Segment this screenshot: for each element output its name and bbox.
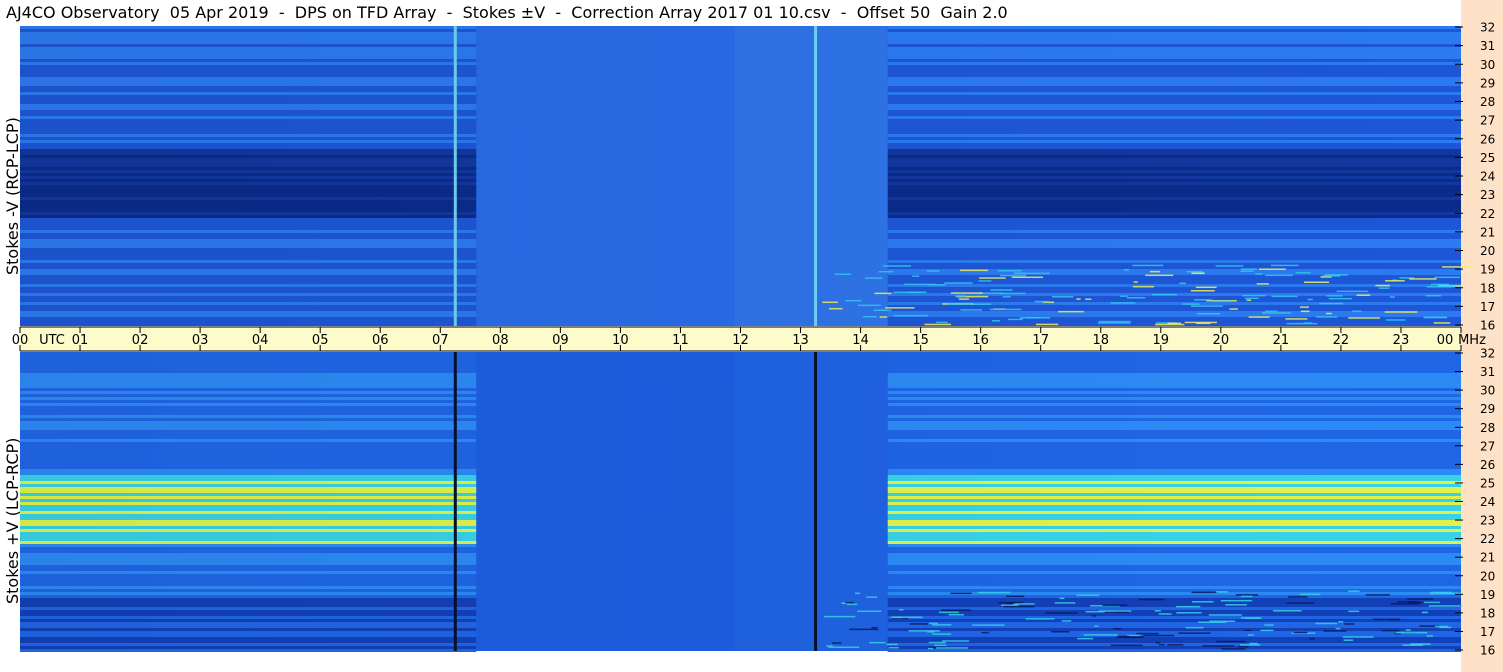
y-tick-label: 17 — [1480, 625, 1495, 639]
y-tick-label: 19 — [1480, 263, 1495, 277]
y-tick-label: 16 — [1480, 319, 1495, 333]
x-tick-label: 08 — [492, 333, 509, 348]
x-tick-label: 07 — [432, 333, 449, 348]
y-tick-label: 27 — [1480, 439, 1495, 453]
y-tick-label: 27 — [1480, 114, 1495, 128]
x-tick-label: 02 — [132, 333, 149, 348]
utc-label: UTC — [39, 333, 65, 348]
y-tick-label: 32 — [1480, 21, 1495, 35]
y-tick-label: 28 — [1480, 95, 1495, 109]
y-tick-label: 21 — [1480, 551, 1495, 565]
y-tick-label: 31 — [1480, 365, 1495, 379]
y-tick-label: 31 — [1480, 39, 1495, 53]
x-tick-label: 00 — [1437, 333, 1454, 348]
x-tick-label: 18 — [1092, 333, 1109, 348]
y-tick-label: 20 — [1480, 244, 1495, 258]
x-tick-label: 12 — [732, 333, 749, 348]
y-tick-label: 25 — [1480, 151, 1495, 165]
y-tick-label: 24 — [1480, 495, 1495, 509]
y-tick-label: 24 — [1480, 170, 1495, 184]
top-spectrogram-panel — [20, 26, 1474, 326]
y-tick-label: 23 — [1480, 514, 1495, 528]
x-tick-label: 03 — [192, 333, 209, 348]
y-tick-label: 23 — [1480, 188, 1495, 202]
x-tick-label: 19 — [1153, 333, 1170, 348]
y-tick-label: 21 — [1480, 225, 1495, 239]
spectrogram-frame: AJ4CO Observatory 05 Apr 2019 - DPS on T… — [0, 0, 1503, 672]
x-tick-label: 15 — [912, 333, 929, 348]
x-tick-label: 16 — [972, 333, 989, 348]
x-tick-label: 01 — [72, 333, 89, 348]
x-tick-label: 14 — [852, 333, 869, 348]
y-tick-label: 28 — [1480, 421, 1495, 435]
y-tick-label: 18 — [1480, 606, 1495, 620]
y-tick-label: 29 — [1480, 402, 1495, 416]
y-tick-label: 20 — [1480, 569, 1495, 583]
x-tick-label: 13 — [792, 333, 809, 348]
x-tick-label: 06 — [372, 333, 389, 348]
x-tick-label: 20 — [1213, 333, 1230, 348]
x-tick-label: 10 — [612, 333, 629, 348]
x-tick-label: 05 — [312, 333, 329, 348]
y-tick-label: 26 — [1480, 132, 1495, 146]
panel-shade — [20, 26, 1461, 326]
y-tick-label: 18 — [1480, 281, 1495, 295]
bottom-frequency-axis: 32 31 30 29 28 27 26 25 24 23 22 21 20 19 18 17 16 — [1455, 347, 1495, 658]
x-tick-label: 04 — [252, 333, 269, 348]
x-tick-label: 21 — [1273, 333, 1290, 348]
y-tick-label: 29 — [1480, 76, 1495, 90]
y-tick-label: 25 — [1480, 476, 1495, 490]
x-tick-label: 17 — [1032, 333, 1049, 348]
x-tick-label: 09 — [552, 333, 569, 348]
y-tick-label: 22 — [1480, 532, 1495, 546]
x-tick-label: 11 — [672, 333, 689, 348]
y-tick-label: 19 — [1480, 588, 1495, 602]
panel-shade — [20, 352, 1461, 651]
y-tick-label: 30 — [1480, 58, 1495, 72]
x-tick-label: 23 — [1393, 333, 1410, 348]
spectrogram-chart: 00 01 02 03 04 05 06 07 08 09 10 11 12 13 14 15 16 17 18 19… — [12, 21, 1496, 658]
x-tick-label: 00 — [12, 333, 29, 348]
y-tick-label: 26 — [1480, 458, 1495, 472]
y-tick-label: 17 — [1480, 300, 1495, 314]
x-tick-label: 22 — [1333, 333, 1350, 348]
y-tick-label: 16 — [1480, 644, 1495, 658]
y-tick-label: 30 — [1480, 384, 1495, 398]
time-axis: 00 01 02 03 04 05 06 07 08 09 10 11 12 13 14 15 16 17 18 19… — [12, 326, 1486, 352]
y-tick-label: 22 — [1480, 207, 1495, 221]
bottom-spectrogram-panel — [20, 352, 1463, 652]
y-tick-label: 32 — [1480, 347, 1495, 361]
